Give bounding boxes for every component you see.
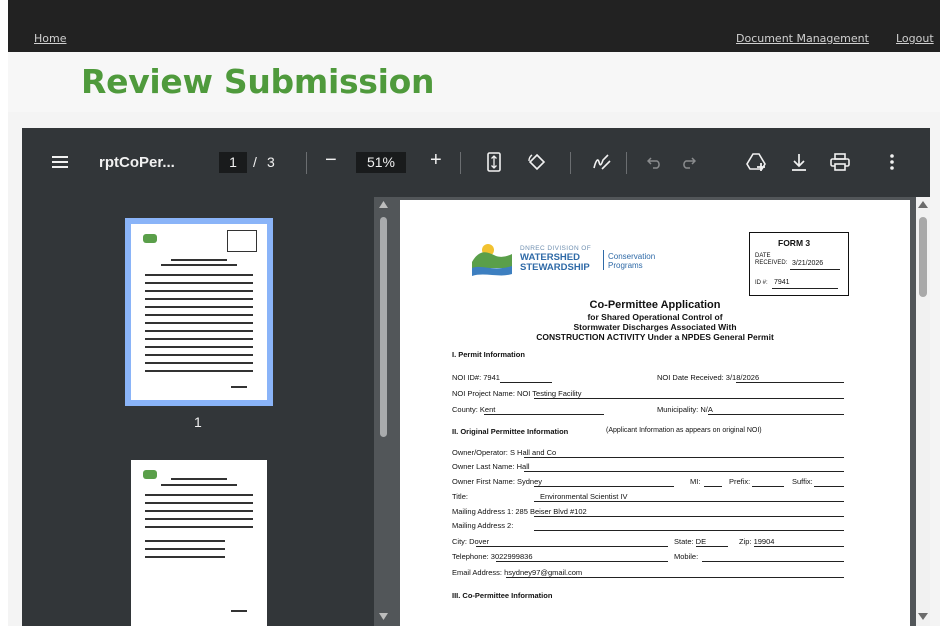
sidebar-scroll-thumb[interactable] [380,217,387,437]
id-value: 7941 [774,279,790,286]
toolbar-divider [460,152,461,174]
watershed-logo-icon [472,244,512,276]
form-number: FORM 3 [778,238,811,248]
more-options-icon[interactable] [890,153,894,171]
email-field: Email Address: hsydney97@gmail.com [452,568,583,577]
mailing-address-2-field: Mailing Address 2: [452,521,514,530]
scroll-up-icon[interactable] [918,201,928,208]
county-field: County: Kent [452,405,496,414]
page-thumbnail[interactable] [131,224,267,400]
save-to-drive-icon[interactable] [746,152,768,172]
title-label: Title: [452,492,468,501]
thumbnail-form-box [227,230,257,252]
section-note: (Applicant Information as appears on ori… [606,427,762,434]
top-nav-bar: Home Document Management Logout [8,0,940,52]
document-scroll-thumb[interactable] [919,217,927,297]
download-icon[interactable] [790,152,808,172]
noi-date-field: NOI Date Received: 3/18/2026 [657,373,760,382]
zoom-out-button[interactable]: − [325,149,337,172]
date-received-value: 3/21/2026 [792,260,824,267]
zoom-level-input[interactable]: 51% [356,152,406,173]
document-subheading: CONSTRUCTION ACTIVITY Under a NPDES Gene… [536,332,774,342]
mobile-field: Mobile: [674,552,699,561]
section-heading: I. Permit Information [452,350,525,359]
total-pages: 3 [267,154,275,170]
program-name-line1: Conservation [608,252,656,261]
page-thumbnail[interactable] [131,460,267,626]
menu-icon[interactable] [52,155,68,169]
page-number-input[interactable]: 1 [219,152,247,173]
document-page: DNREC DIVISION OF WATERSHED STEWARDSHIP … [400,200,910,626]
zip-field: Zip: 19904 [739,537,775,546]
telephone-field: Telephone: 3022999836 [452,552,533,561]
thumbnail-page-label: 1 [194,414,202,430]
sidebar-scrollbar[interactable] [377,197,390,626]
scroll-down-icon[interactable] [379,613,388,620]
zoom-in-button[interactable]: + [430,149,442,172]
suffix-field: Suffix: [792,477,813,486]
annotate-icon[interactable] [592,152,612,172]
id-label: ID #: [755,280,768,286]
org-divider [603,250,604,270]
noi-id-field: NOI ID#: 7941 [452,373,500,382]
section-heading: II. Original Permittee Information [452,427,569,436]
pdf-toolbar: rptCoPer... 1 / 3 − 51% + [22,128,930,197]
thumbnail-sidebar: 1 [22,197,374,626]
date-received-label: DATE RECEIVED: [755,253,788,266]
program-name-line2: Programs [608,261,643,270]
form-info-box: FORM 3 DATE RECEIVED: 3/21/2026 ID #: 79… [749,232,849,296]
document-subheading: for Shared Operational Control of [587,312,723,322]
logout-link[interactable]: Logout [896,32,934,45]
document-heading: Co-Permittee Application [589,299,721,311]
pdf-viewer: rptCoPer... 1 / 3 − 51% + 1 DNREC DIVISI… [22,128,930,626]
org-name-line3: STEWARDSHIP [520,262,590,273]
middle-initial-field: MI: [690,477,701,486]
undo-icon[interactable] [647,155,663,169]
scroll-down-icon[interactable] [918,613,928,620]
prefix-field: Prefix: [729,477,751,486]
title-bar: Review Submission [8,52,940,113]
home-link[interactable]: Home [34,32,66,45]
toolbar-divider [570,152,571,174]
print-icon[interactable] [830,153,850,171]
fit-page-icon[interactable] [487,152,501,172]
toolbar-divider [306,152,307,174]
title-value: Environmental Scientist IV [540,492,628,501]
owner-last-name-field: Owner Last Name: Hall [452,462,530,471]
owner-operator-field: Owner/Operator: S Hall and Co [452,448,557,457]
thumbnail-logo [143,470,157,479]
page-separator: / [253,154,257,170]
section-heading: III. Co-Permittee Information [452,591,553,600]
owner-first-name-field: Owner First Name: Sydney [452,477,543,486]
document-subheading: Stormwater Discharges Associated With [573,322,737,332]
org-name-line1: DNREC DIVISION OF [520,245,592,252]
city-field: City: Dover [452,537,490,546]
municipality-field: Municipality: N/A [657,405,713,414]
pdf-filename: rptCoPer... [99,154,175,171]
document-management-link[interactable]: Document Management [736,32,869,45]
document-view: DNREC DIVISION OF WATERSHED STEWARDSHIP … [392,197,916,626]
scroll-up-icon[interactable] [379,201,388,208]
mailing-address-1-field: Mailing Address 1: 285 Beiser Blvd #102 [452,507,587,516]
page-title: Review Submission [81,62,435,101]
redo-icon[interactable] [680,155,696,169]
rotate-icon[interactable] [527,152,547,172]
thumbnail-logo [143,234,157,243]
toolbar-divider [626,152,627,174]
document-scrollbar[interactable] [916,197,930,626]
state-field: State: DE [674,537,707,546]
project-name-field: NOI Project Name: NOI Testing Facility [452,389,582,398]
